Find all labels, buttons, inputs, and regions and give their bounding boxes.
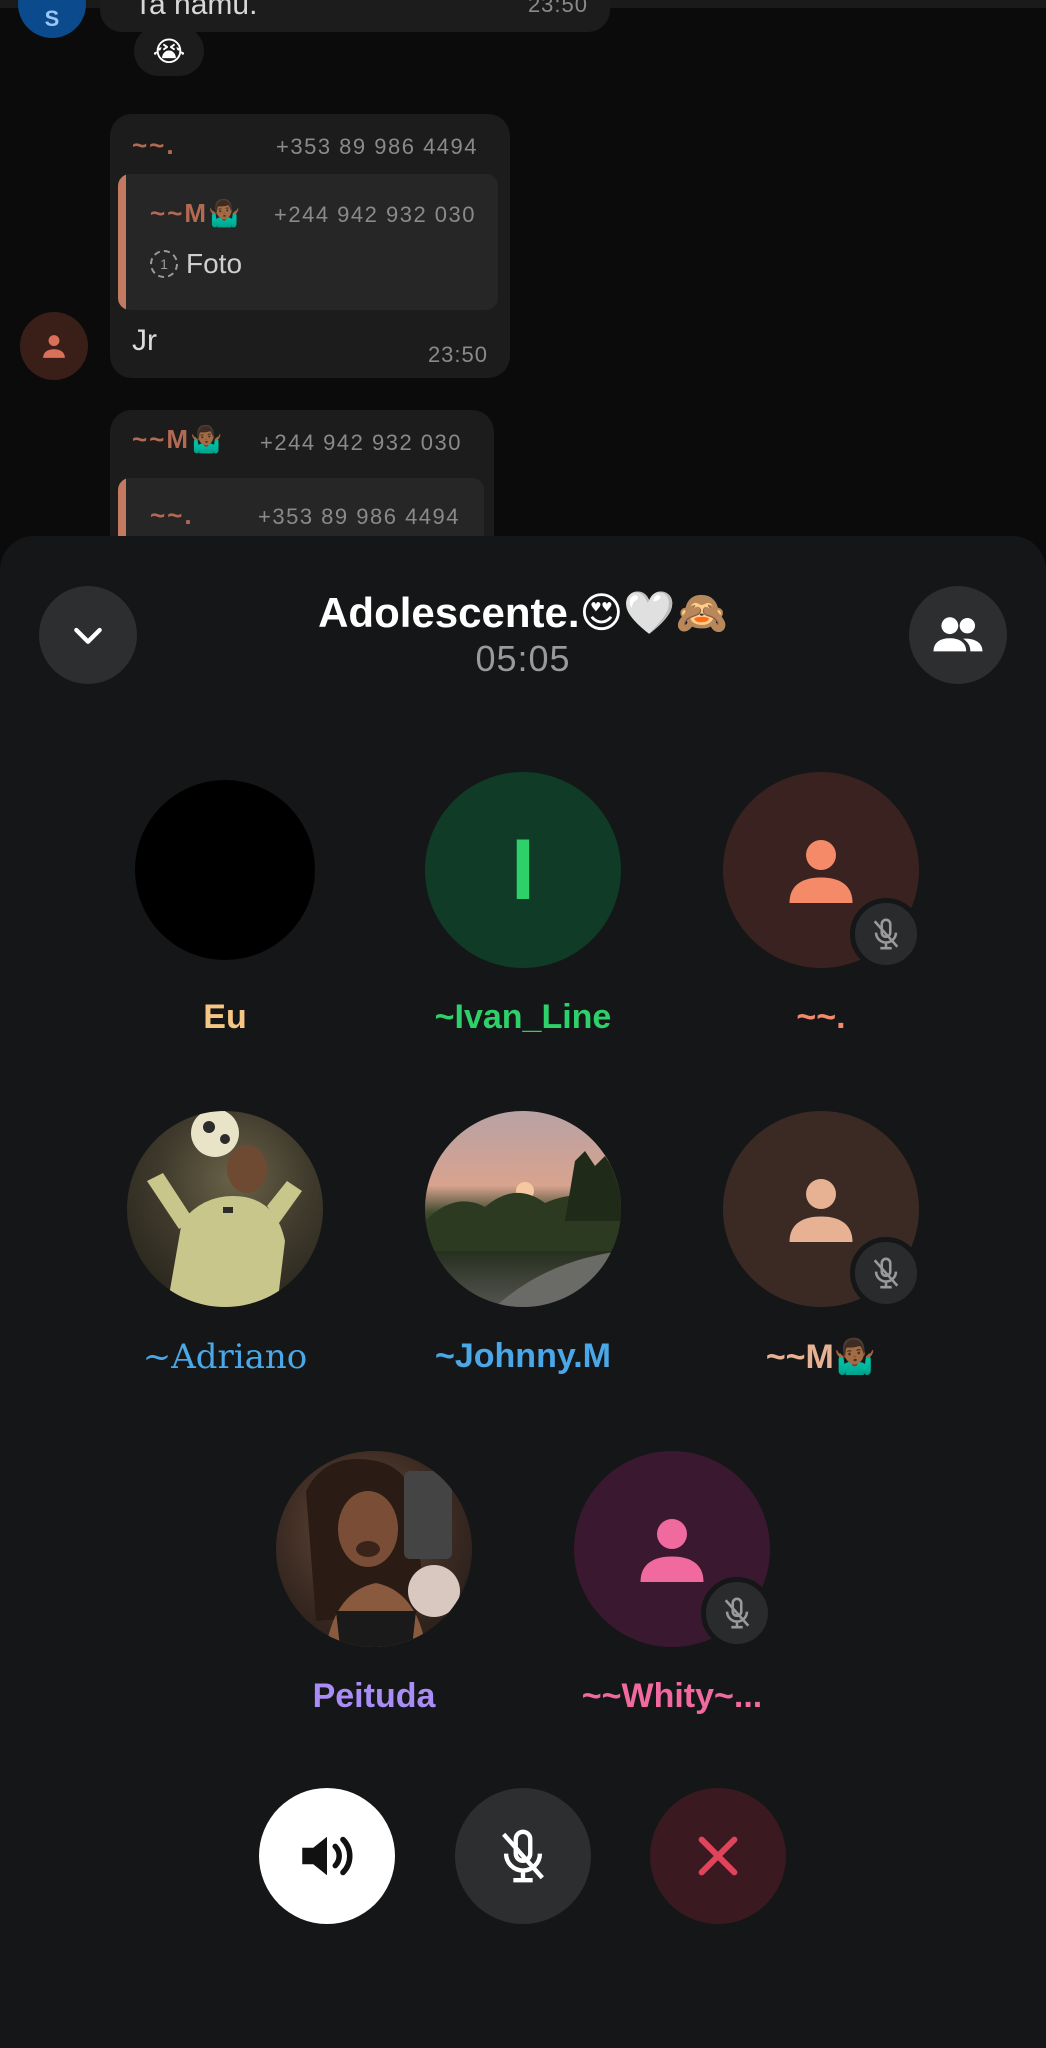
message-text: Ta namu.	[134, 0, 258, 21]
participant-avatar	[276, 1451, 472, 1647]
participant-avatar	[425, 1111, 621, 1307]
speaker-button[interactable]	[259, 1788, 395, 1924]
call-title: Adolescente.😍🤍🙈	[318, 589, 728, 636]
participant-avatar: I	[425, 772, 621, 968]
participant-tile[interactable]: I ~Ivan_Line	[383, 772, 663, 1062]
muted-indicator	[850, 1237, 922, 1309]
close-icon	[698, 1836, 738, 1876]
avatar-initial: S	[44, 6, 60, 31]
message-time: 23:50	[527, 0, 588, 17]
participant-tile[interactable]: ~~.	[681, 772, 961, 1062]
end-call-button[interactable]	[650, 1788, 786, 1924]
view-once-icon: 1	[150, 250, 178, 278]
quoted-sender: ~~M🤷🏾‍♂️	[150, 198, 243, 228]
person-icon	[789, 840, 853, 903]
person-icon	[640, 1519, 704, 1582]
participant-name: ~~Whity~...	[581, 1677, 763, 1715]
participant-tile[interactable]: Eu	[85, 772, 365, 1062]
message-sender-phone: +353 89 986 4494	[276, 134, 479, 159]
message-sender: ~~M🤷🏾‍♂️	[132, 424, 225, 454]
quoted-message[interactable]: ~~M🤷🏾‍♂️ +244 942 932 030 1 Foto	[118, 174, 498, 310]
participant-tile[interactable]: ~Johnny.M	[383, 1111, 663, 1401]
quoted-phone: +353 89 986 4494	[258, 504, 461, 529]
participant-tile[interactable]: ~~Whity~...	[532, 1451, 812, 1741]
participant-name: ~~.	[796, 998, 846, 1036]
message-sender: ~~.	[132, 130, 176, 160]
mic-off-icon	[873, 1257, 899, 1289]
person-icon	[43, 335, 65, 358]
participant-tile[interactable]: ~Adriano	[85, 1111, 365, 1401]
reaction-badge[interactable]: 😭	[134, 26, 204, 76]
person-icon	[789, 1179, 853, 1242]
participants-button[interactable]	[909, 586, 1007, 684]
participant-avatar	[135, 780, 315, 960]
avatar-initial: I	[511, 821, 535, 918]
message-bubble[interactable]: ~~. +353 89 986 4494 ~~M🤷🏾‍♂️ +244 942 9…	[110, 114, 510, 378]
quoted-content: 1 Foto	[150, 248, 242, 280]
chat-background: S Ta namu. 23:50 😭 ~~. +353 89 986 4494 …	[0, 0, 1046, 598]
avatar[interactable]	[20, 312, 88, 380]
participant-name: Eu	[203, 998, 247, 1036]
quoted-sender: ~~.	[150, 500, 194, 530]
people-icon	[933, 617, 983, 652]
call-timer: 05:05	[475, 638, 571, 679]
avatar[interactable]: S	[18, 0, 86, 38]
voice-call-panel: Adolescente.😍🤍🙈 05:05 Eu I ~Ivan_Line ~~…	[0, 536, 1046, 2048]
call-controls	[0, 1788, 1046, 1924]
participant-name: ~Johnny.M	[435, 1337, 611, 1375]
mic-off-icon	[502, 1829, 544, 1883]
participant-name: ~Adriano	[142, 1337, 308, 1377]
participant-name: Peituda	[312, 1677, 436, 1715]
participant-avatar	[127, 1111, 323, 1307]
message-time: 23:50	[427, 342, 488, 367]
muted-indicator	[701, 1577, 773, 1649]
mic-off-icon	[724, 1597, 750, 1629]
quoted-phone: +244 942 932 030	[274, 202, 477, 227]
mic-off-icon	[873, 918, 899, 950]
quoted-text: Foto	[186, 248, 243, 279]
participant-tile[interactable]: Peituda	[234, 1451, 514, 1741]
photo-sunset	[425, 1151, 621, 1307]
message-text: Jr	[132, 324, 157, 357]
participant-name: ~Ivan_Line	[434, 998, 612, 1036]
message-sender-phone: +244 942 932 030	[260, 430, 463, 455]
photo-woman	[306, 1459, 460, 1647]
speaker-icon	[302, 1836, 353, 1876]
participant-name: ~~M🤷🏾‍♂️	[765, 1338, 877, 1376]
mute-button[interactable]	[455, 1788, 591, 1924]
muted-indicator	[850, 898, 922, 970]
participant-tile[interactable]: ~~M🤷🏾‍♂️	[681, 1111, 961, 1401]
photo-soccer-player	[147, 1111, 302, 1307]
